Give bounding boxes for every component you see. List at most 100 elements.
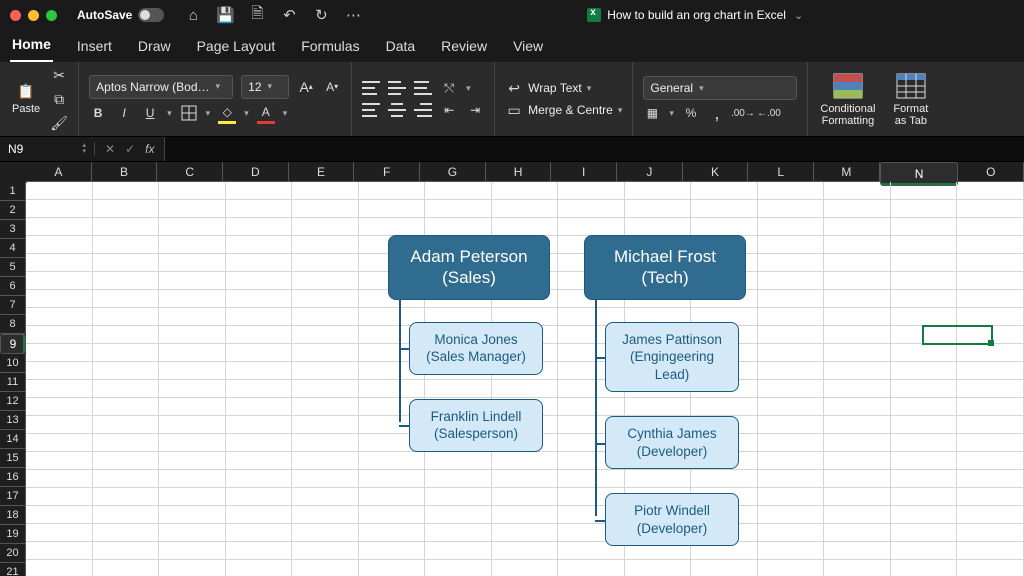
- cell[interactable]: [758, 236, 825, 254]
- cell[interactable]: [957, 506, 1024, 524]
- cell[interactable]: [93, 398, 160, 416]
- cell[interactable]: [957, 524, 1024, 542]
- align-middle-icon[interactable]: [388, 81, 406, 95]
- font-name-select[interactable]: Aptos Narrow (Bod…▾: [89, 75, 233, 99]
- cell[interactable]: [226, 236, 293, 254]
- row-header-14[interactable]: 14: [0, 430, 26, 449]
- cell[interactable]: [359, 200, 426, 218]
- cell[interactable]: [292, 200, 359, 218]
- row-header-17[interactable]: 17: [0, 487, 26, 506]
- merge-centre-button[interactable]: ▭ Merge & Centre ▾: [505, 101, 622, 119]
- cell[interactable]: [957, 452, 1024, 470]
- cell[interactable]: [758, 434, 825, 452]
- cell[interactable]: [159, 362, 226, 380]
- cell[interactable]: [292, 398, 359, 416]
- org-node-cynthia-james[interactable]: Cynthia James (Developer): [605, 416, 739, 469]
- cell[interactable]: [558, 218, 625, 236]
- cell[interactable]: [93, 344, 160, 362]
- cell[interactable]: [26, 560, 93, 576]
- cell[interactable]: [93, 362, 160, 380]
- row-header-3[interactable]: 3: [0, 220, 26, 239]
- more-icon[interactable]: ⋯: [344, 6, 362, 24]
- cell[interactable]: [691, 200, 758, 218]
- row-header-7[interactable]: 7: [0, 296, 26, 315]
- cell[interactable]: [891, 200, 958, 218]
- cell[interactable]: [891, 362, 958, 380]
- cell[interactable]: [492, 560, 559, 576]
- cell[interactable]: [93, 452, 160, 470]
- column-header-F[interactable]: F: [354, 162, 420, 182]
- percent-icon[interactable]: %: [682, 104, 700, 122]
- org-node-james-pattinson[interactable]: James Pattinson (Engingeering Lead): [605, 322, 739, 393]
- cell[interactable]: [226, 470, 293, 488]
- cell[interactable]: [891, 236, 958, 254]
- cell[interactable]: [93, 380, 160, 398]
- decrease-font-icon[interactable]: A▾: [323, 78, 341, 96]
- cell[interactable]: [758, 488, 825, 506]
- increase-indent-icon[interactable]: ⇥: [466, 101, 484, 119]
- row-header-15[interactable]: 15: [0, 449, 26, 468]
- cell[interactable]: [292, 344, 359, 362]
- cell[interactable]: [824, 398, 891, 416]
- cell[interactable]: [957, 470, 1024, 488]
- cell[interactable]: [26, 218, 93, 236]
- wrap-text-button[interactable]: ↩ Wrap Text ▾: [505, 79, 622, 97]
- home-icon[interactable]: ⌂: [184, 6, 202, 24]
- cell[interactable]: [824, 542, 891, 560]
- cell[interactable]: [492, 218, 559, 236]
- cell[interactable]: [26, 452, 93, 470]
- column-header-A[interactable]: A: [26, 162, 92, 182]
- cell[interactable]: [226, 506, 293, 524]
- cell[interactable]: [957, 308, 1024, 326]
- column-header-B[interactable]: B: [92, 162, 158, 182]
- cell[interactable]: [758, 344, 825, 362]
- cell[interactable]: [625, 200, 692, 218]
- comma-icon[interactable]: ,: [708, 104, 726, 122]
- cell[interactable]: [359, 218, 426, 236]
- cell[interactable]: [824, 254, 891, 272]
- format-painter-icon[interactable]: 🖌: [50, 114, 68, 132]
- decrease-decimal-icon[interactable]: ←.00: [760, 104, 778, 122]
- cell[interactable]: [891, 542, 958, 560]
- cell[interactable]: [891, 308, 958, 326]
- underline-button[interactable]: U: [141, 104, 159, 122]
- cell[interactable]: [957, 434, 1024, 452]
- cell[interactable]: [93, 416, 160, 434]
- font-size-select[interactable]: 12▾: [241, 75, 289, 99]
- cell[interactable]: [891, 218, 958, 236]
- tab-view[interactable]: View: [511, 32, 545, 62]
- cell[interactable]: [292, 326, 359, 344]
- cell[interactable]: [824, 434, 891, 452]
- maximize-window-icon[interactable]: [46, 10, 57, 21]
- cell[interactable]: [359, 182, 426, 200]
- cell[interactable]: [292, 542, 359, 560]
- tab-home[interactable]: Home: [10, 30, 53, 62]
- formula-input[interactable]: [164, 137, 1024, 161]
- cell[interactable]: [226, 488, 293, 506]
- row-header-2[interactable]: 2: [0, 201, 26, 220]
- cell[interactable]: [758, 416, 825, 434]
- row-header-18[interactable]: 18: [0, 506, 26, 525]
- cell[interactable]: [758, 254, 825, 272]
- cell[interactable]: [26, 290, 93, 308]
- cell[interactable]: [226, 182, 293, 200]
- name-box[interactable]: N9 ▴▾: [0, 142, 95, 156]
- cell[interactable]: [758, 398, 825, 416]
- cell[interactable]: [891, 524, 958, 542]
- redo-icon[interactable]: ↻: [312, 6, 330, 24]
- cell[interactable]: [159, 326, 226, 344]
- cell[interactable]: [957, 398, 1024, 416]
- cell[interactable]: [957, 542, 1024, 560]
- cell[interactable]: [93, 200, 160, 218]
- cell[interactable]: [891, 182, 958, 200]
- cell[interactable]: [758, 290, 825, 308]
- cell[interactable]: [292, 416, 359, 434]
- chevron-down-icon[interactable]: ⌄: [794, 9, 803, 22]
- cell[interactable]: [159, 236, 226, 254]
- cell[interactable]: [226, 326, 293, 344]
- align-left-icon[interactable]: [362, 103, 380, 117]
- cell[interactable]: [425, 218, 492, 236]
- cell[interactable]: [159, 344, 226, 362]
- cell[interactable]: [159, 416, 226, 434]
- row-header-20[interactable]: 20: [0, 544, 26, 563]
